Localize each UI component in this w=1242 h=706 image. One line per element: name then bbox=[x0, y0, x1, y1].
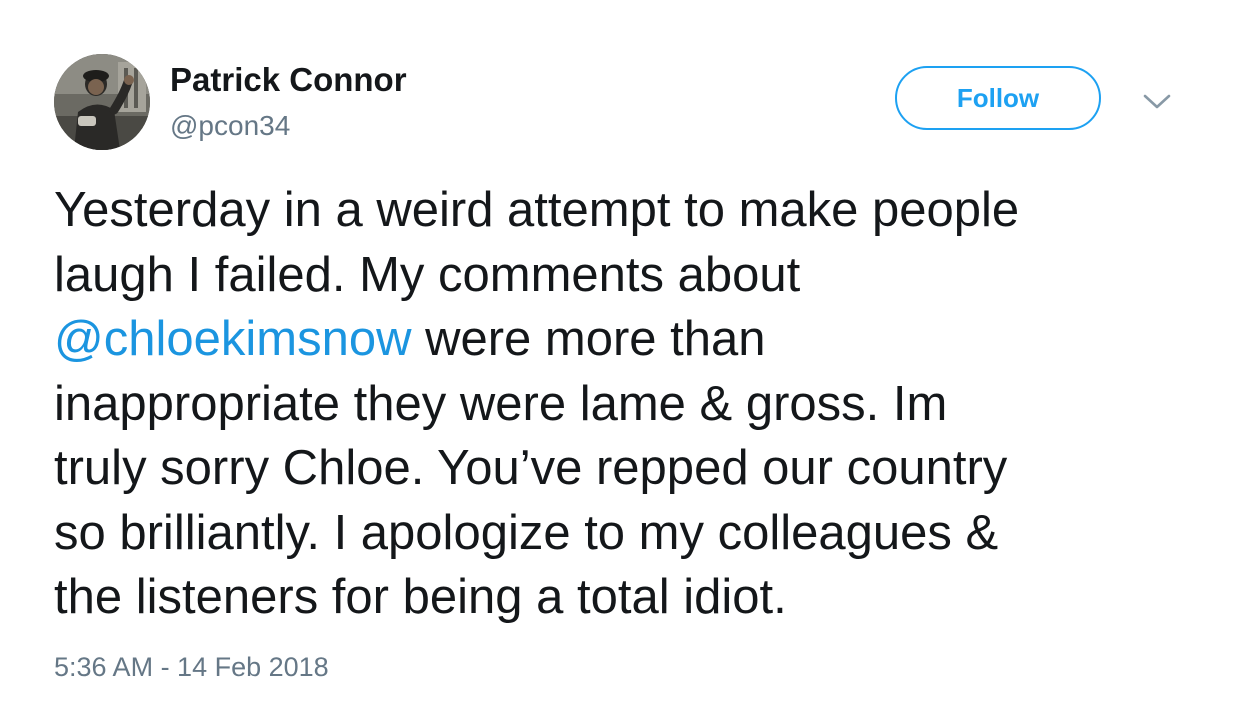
timestamp[interactable]: 5:36 AM - 14 Feb 2018 bbox=[54, 651, 329, 683]
tweet-text-line: the listeners for being a total idiot. bbox=[54, 570, 787, 624]
mention-link[interactable]: @chloekimsnow bbox=[54, 312, 411, 366]
follow-button[interactable]: Follow bbox=[895, 66, 1101, 130]
tweet-text-line: Yesterday in a weird attempt to make peo… bbox=[54, 183, 1020, 237]
chevron-down-icon[interactable] bbox=[1140, 86, 1174, 116]
tweet-text-line: inappropriate they were lame & gross. Im bbox=[54, 376, 948, 431]
avatar[interactable] bbox=[54, 54, 150, 150]
display-name[interactable]: Patrick Connor bbox=[170, 62, 407, 98]
user-handle[interactable]: @pcon34 bbox=[170, 110, 290, 142]
tweet-text-line: laugh I failed. My comments about bbox=[54, 247, 801, 302]
tweet-text: Yesterday in a weird attempt to make peo… bbox=[54, 178, 1204, 630]
tweet-text-line: were more than bbox=[411, 312, 766, 366]
tweet-text-line: truly sorry Chloe. You’ve repped our cou… bbox=[54, 441, 1008, 495]
tweet-text-line: so brilliantly. I apologize to my collea… bbox=[54, 505, 999, 560]
chevron-down-glyph bbox=[1143, 94, 1171, 109]
avatar-photo bbox=[54, 54, 150, 150]
